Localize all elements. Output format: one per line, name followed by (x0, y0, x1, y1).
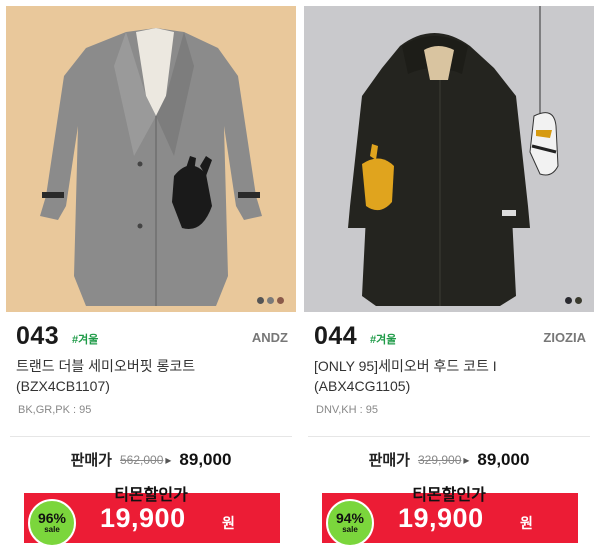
discount-badge: 96% sale (28, 499, 76, 547)
product-number: 044 (314, 322, 358, 350)
arrow-right-icon: ▸ (463, 452, 470, 467)
arrow-right-icon: ▸ (165, 452, 172, 467)
color-swatch (565, 297, 572, 304)
current-price: 89,000 (179, 449, 232, 469)
currency-unit: 원 (222, 515, 235, 531)
sale-text: sale (44, 525, 60, 534)
sale-text: sale (342, 525, 358, 534)
original-price: 562,000 (119, 452, 164, 467)
price-row: 판매가 329,900 ▸ 89,000 (304, 449, 594, 470)
product-options: DNV,KH : 95 (316, 404, 378, 416)
product-image[interactable] (6, 6, 296, 312)
divider (10, 436, 292, 437)
color-swatches (565, 297, 582, 304)
price-row: 판매가 562,000 ▸ 89,000 (6, 449, 296, 470)
color-swatch (267, 297, 274, 304)
product-image[interactable] (304, 6, 594, 312)
product-number: 043 (16, 322, 60, 350)
divider (308, 436, 590, 437)
current-price: 89,000 (477, 449, 530, 469)
color-swatch (277, 297, 284, 304)
product-title-line2: (ABX4CG1105) (314, 378, 411, 394)
price-label: 판매가 (70, 452, 112, 469)
product-card-043[interactable]: 043 #겨울 ANDZ 트랜드 더블 세미오버핏 롱코트 (BZX4CB110… (6, 0, 296, 558)
product-title-line1: 트랜드 더블 세미오버핏 롱코트 (16, 358, 196, 374)
discount-percent: 94% (335, 510, 365, 526)
season-tag[interactable]: #겨울 (72, 331, 98, 347)
color-swatches (257, 297, 284, 304)
product-grid: 043 #겨울 ANDZ 트랜드 더블 세미오버핏 롱코트 (BZX4CB110… (0, 0, 600, 558)
brand-name[interactable]: ZIOZIA (543, 330, 586, 345)
product-card-044[interactable]: 044 #겨울 ZIOZIA [ONLY 95]세미오버 후드 코트 I (AB… (304, 0, 594, 558)
currency-unit: 원 (520, 515, 533, 531)
discount-badge: 94% sale (326, 499, 374, 547)
product-title-line2: (BZX4CB1107) (16, 378, 110, 394)
product-title-line1: [ONLY 95]세미오버 후드 코트 I (314, 358, 497, 374)
sale-price: 19,900 (100, 503, 186, 533)
product-options: BK,GR,PK : 95 (18, 404, 92, 416)
original-price: 329,900 (417, 452, 462, 467)
season-tag[interactable]: #겨울 (370, 331, 396, 347)
brand-name[interactable]: ANDZ (252, 330, 288, 345)
product-title[interactable]: 트랜드 더블 세미오버핏 롱코트 (BZX4CB1107) (16, 356, 286, 396)
color-swatch (575, 297, 582, 304)
sale-price: 19,900 (398, 503, 484, 533)
price-label: 판매가 (368, 452, 410, 469)
product-title[interactable]: [ONLY 95]세미오버 후드 코트 I (ABX4CG1105) (314, 356, 584, 396)
discount-percent: 96% (37, 510, 67, 526)
color-swatch (257, 297, 264, 304)
